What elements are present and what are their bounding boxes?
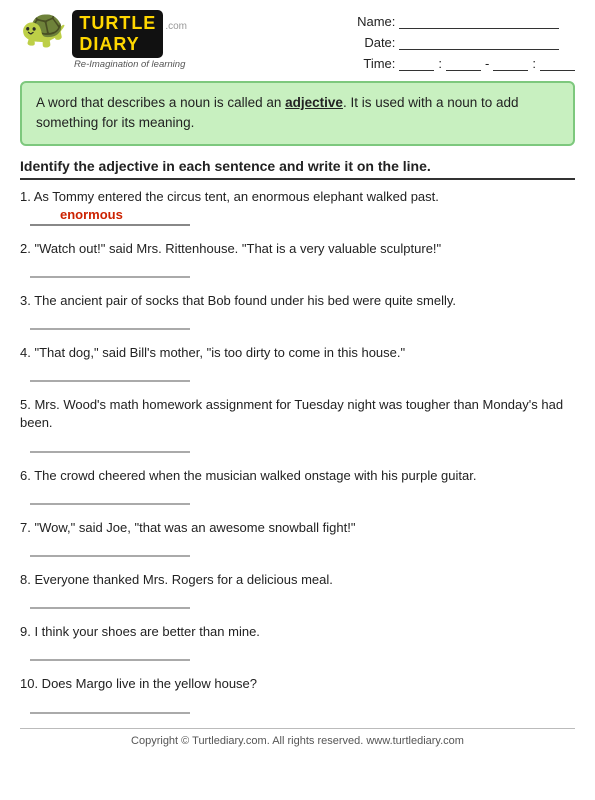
answer-line-3[interactable] (30, 314, 190, 330)
time-row: Time: : - : (355, 56, 575, 71)
answer-line-10[interactable] (30, 698, 190, 714)
question-text-10: 10. Does Margo live in the yellow house? (20, 675, 575, 693)
logo-title: TURTLE DIARY (72, 10, 163, 58)
question-text-7: 7. "Wow," said Joe, "that was an awesome… (20, 519, 575, 537)
time-label: Time: (355, 56, 395, 71)
definition-text-before: A word that describes a noun is called a… (36, 95, 285, 110)
question-text-4: 4. "That dog," said Bill's mother, "is t… (20, 344, 575, 362)
question-item-6: 6. The crowd cheered when the musician w… (20, 467, 575, 505)
date-label: Date: (355, 35, 395, 50)
answer-line-2[interactable] (30, 262, 190, 278)
name-line[interactable] (399, 15, 559, 29)
header: 🐢 TURTLE DIARY .com Re-Imagination of le… (20, 10, 575, 71)
answer-value-1: enormous (60, 207, 123, 222)
answer-line-6[interactable] (30, 489, 190, 505)
time-line-3[interactable] (493, 57, 528, 71)
page: 🐢 TURTLE DIARY .com Re-Imagination of le… (0, 0, 595, 800)
question-text-2: 2. "Watch out!" said Mrs. Rittenhouse. "… (20, 240, 575, 258)
question-text-8: 8. Everyone thanked Mrs. Rogers for a de… (20, 571, 575, 589)
time-line-2[interactable] (446, 57, 481, 71)
question-item-7: 7. "Wow," said Joe, "that was an awesome… (20, 519, 575, 557)
questions-list: 1. As Tommy entered the circus tent, an … (20, 188, 575, 714)
logo-area: 🐢 TURTLE DIARY .com Re-Imagination of le… (20, 10, 180, 70)
question-item-2: 2. "Watch out!" said Mrs. Rittenhouse. "… (20, 240, 575, 278)
logo-subtitle: Re-Imagination of learning (72, 59, 187, 70)
name-row: Name: (355, 14, 575, 29)
answer-line-7[interactable] (30, 541, 190, 557)
answer-line-5[interactable] (30, 437, 190, 453)
question-item-4: 4. "That dog," said Bill's mother, "is t… (20, 344, 575, 382)
question-item-9: 9. I think your shoes are better than mi… (20, 623, 575, 661)
logo-com: .com (165, 21, 187, 32)
answer-row-1: enormous (20, 210, 575, 226)
definition-box: A word that describes a noun is called a… (20, 81, 575, 146)
name-label: Name: (355, 14, 395, 29)
logo-text-block: TURTLE DIARY .com Re-Imagination of lear… (72, 10, 187, 70)
question-text-5: 5. Mrs. Wood's math homework assignment … (20, 396, 575, 432)
footer-text: Copyright © Turtlediary.com. All rights … (131, 735, 464, 747)
definition-keyword: adjective (285, 95, 343, 110)
question-item-10: 10. Does Margo live in the yellow house? (20, 675, 575, 713)
time-line-4[interactable] (540, 57, 575, 71)
answer-line-9[interactable] (30, 645, 190, 661)
date-line[interactable] (399, 36, 559, 50)
question-item-3: 3. The ancient pair of socks that Bob fo… (20, 292, 575, 330)
question-text-1: 1. As Tommy entered the circus tent, an … (20, 188, 575, 206)
question-text-6: 6. The crowd cheered when the musician w… (20, 467, 575, 485)
answer-line-1[interactable]: enormous (30, 210, 190, 226)
time-line-1[interactable] (399, 57, 434, 71)
turtle-icon: 🐢 (20, 10, 67, 48)
question-item-8: 8. Everyone thanked Mrs. Rogers for a de… (20, 571, 575, 609)
question-item-1: 1. As Tommy entered the circus tent, an … (20, 188, 575, 226)
question-text-9: 9. I think your shoes are better than mi… (20, 623, 575, 641)
question-item-5: 5. Mrs. Wood's math homework assignment … (20, 396, 575, 452)
answer-line-8[interactable] (30, 593, 190, 609)
instruction: Identify the adjective in each sentence … (20, 158, 575, 180)
date-row: Date: (355, 35, 575, 50)
answer-line-4[interactable] (30, 366, 190, 382)
footer: Copyright © Turtlediary.com. All rights … (20, 728, 575, 747)
question-text-3: 3. The ancient pair of socks that Bob fo… (20, 292, 575, 310)
form-fields: Name: Date: Time: : - : (355, 14, 575, 71)
